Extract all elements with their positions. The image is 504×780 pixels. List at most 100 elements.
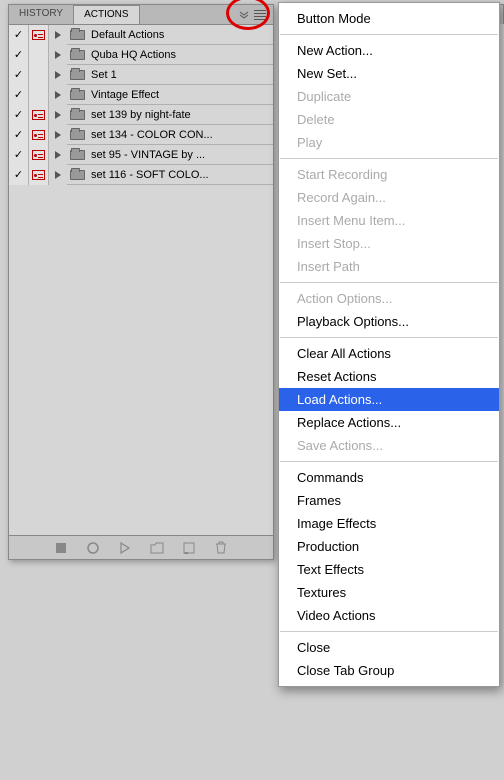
menu-item[interactable]: Close Tab Group <box>279 659 499 682</box>
new-action-icon[interactable] <box>182 541 196 555</box>
action-set-label: Quba HQ Actions <box>87 49 273 61</box>
menu-item[interactable]: Image Effects <box>279 512 499 535</box>
menu-item[interactable]: Commands <box>279 466 499 489</box>
dialog-toggle[interactable] <box>29 65 49 85</box>
action-set-row[interactable]: ✓set 95 - VINTAGE by ... <box>9 145 273 165</box>
action-set-label: Default Actions <box>87 29 273 41</box>
tab-history[interactable]: HISTORY <box>9 5 74 24</box>
menu-separator <box>280 461 498 462</box>
menu-separator <box>280 34 498 35</box>
menu-item: Record Again... <box>279 186 499 209</box>
menu-item[interactable]: Close <box>279 636 499 659</box>
expand-toggle[interactable] <box>49 25 67 45</box>
collapse-icon[interactable] <box>237 8 251 22</box>
menu-item[interactable]: Clear All Actions <box>279 342 499 365</box>
folder-cell <box>67 145 87 165</box>
menu-item[interactable]: Frames <box>279 489 499 512</box>
tab-actions[interactable]: ACTIONS <box>74 5 139 24</box>
triangle-right-icon <box>55 171 61 179</box>
folder-cell <box>67 125 87 145</box>
dialog-toggle[interactable] <box>29 165 49 185</box>
triangle-right-icon <box>55 131 61 139</box>
expand-toggle[interactable] <box>49 165 67 185</box>
folder-icon <box>70 130 85 140</box>
expand-toggle[interactable] <box>49 105 67 125</box>
menu-item[interactable]: Load Actions... <box>279 388 499 411</box>
play-icon[interactable] <box>118 541 132 555</box>
action-set-row[interactable]: ✓ set 116 - SOFT COLO... <box>9 165 273 185</box>
menu-separator <box>280 337 498 338</box>
dialog-toggle[interactable] <box>29 85 49 105</box>
action-set-label: set 134 - COLOR CON... <box>87 129 273 141</box>
dialog-icon <box>32 130 45 140</box>
action-sets-list: ✓ Default Actions ✓ Quba HQ Actions ✓ Set 1 ✓ V… <box>9 25 273 185</box>
action-set-row[interactable]: ✓ Set 1 <box>9 65 273 85</box>
action-set-row[interactable]: ✓ set 139 by night-fate <box>9 105 273 125</box>
menu-item[interactable]: New Action... <box>279 39 499 62</box>
menu-separator <box>280 631 498 632</box>
folder-icon <box>70 30 85 40</box>
folder-cell <box>67 85 87 105</box>
new-set-icon[interactable] <box>150 541 164 555</box>
action-set-row[interactable]: ✓ Quba HQ Actions <box>9 45 273 65</box>
folder-cell <box>67 45 87 65</box>
action-set-label: set 139 by night-fate <box>87 109 273 121</box>
action-set-row[interactable]: ✓ Default Actions <box>9 25 273 45</box>
expand-toggle[interactable] <box>49 85 67 105</box>
folder-cell <box>67 65 87 85</box>
action-set-label: Vintage Effect <box>87 89 273 101</box>
triangle-right-icon <box>55 71 61 79</box>
menu-item[interactable]: Textures <box>279 581 499 604</box>
menu-item[interactable]: Reset Actions <box>279 365 499 388</box>
menu-item[interactable]: Text Effects <box>279 558 499 581</box>
expand-toggle[interactable] <box>49 145 67 165</box>
record-icon[interactable] <box>86 541 100 555</box>
panel-footer <box>9 535 273 559</box>
menu-item[interactable]: Production <box>279 535 499 558</box>
menu-separator <box>280 282 498 283</box>
panel-menu-icon[interactable] <box>251 8 269 22</box>
toggle-checkbox[interactable]: ✓ <box>9 85 29 105</box>
action-set-row[interactable]: ✓ Vintage Effect <box>9 85 273 105</box>
menu-item[interactable]: New Set... <box>279 62 499 85</box>
action-set-label: set 116 - SOFT COLO... <box>87 169 273 181</box>
triangle-right-icon <box>55 51 61 59</box>
folder-icon <box>70 170 85 180</box>
menu-item: Play <box>279 131 499 154</box>
menu-item: Insert Path <box>279 255 499 278</box>
expand-toggle[interactable] <box>49 125 67 145</box>
action-set-row[interactable]: ✓ set 134 - COLOR CON... <box>9 125 273 145</box>
menu-item[interactable]: Button Mode <box>279 7 499 30</box>
toggle-checkbox[interactable]: ✓ <box>9 65 29 85</box>
toggle-checkbox[interactable]: ✓ <box>9 105 29 125</box>
triangle-right-icon <box>55 111 61 119</box>
toggle-checkbox[interactable]: ✓ <box>9 165 29 185</box>
folder-cell <box>67 105 87 125</box>
folder-cell <box>67 25 87 45</box>
action-set-label: Set 1 <box>87 69 273 81</box>
dialog-icon <box>32 30 45 40</box>
toggle-checkbox[interactable]: ✓ <box>9 25 29 45</box>
menu-item[interactable]: Playback Options... <box>279 310 499 333</box>
dialog-toggle[interactable] <box>29 125 49 145</box>
menu-item: Insert Menu Item... <box>279 209 499 232</box>
dialog-toggle[interactable] <box>29 105 49 125</box>
panel-tabs: HISTORY ACTIONS <box>9 5 273 25</box>
dialog-toggle[interactable] <box>29 45 49 65</box>
toggle-checkbox[interactable]: ✓ <box>9 145 29 165</box>
menu-item: Save Actions... <box>279 434 499 457</box>
menu-item[interactable]: Replace Actions... <box>279 411 499 434</box>
dialog-toggle[interactable] <box>29 25 49 45</box>
menu-separator <box>280 158 498 159</box>
stop-icon[interactable] <box>54 541 68 555</box>
dialog-icon <box>32 110 45 120</box>
expand-toggle[interactable] <box>49 45 67 65</box>
expand-toggle[interactable] <box>49 65 67 85</box>
triangle-right-icon <box>55 91 61 99</box>
toggle-checkbox[interactable]: ✓ <box>9 45 29 65</box>
trash-icon[interactable] <box>214 541 228 555</box>
menu-item[interactable]: Video Actions <box>279 604 499 627</box>
triangle-right-icon <box>55 31 61 39</box>
dialog-toggle[interactable] <box>29 145 49 165</box>
toggle-checkbox[interactable]: ✓ <box>9 125 29 145</box>
